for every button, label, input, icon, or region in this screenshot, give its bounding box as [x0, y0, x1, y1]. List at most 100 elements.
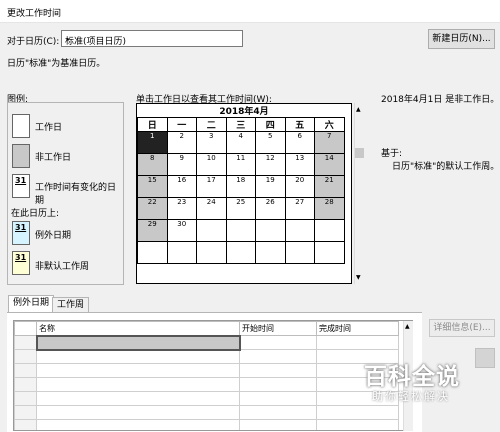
weekday-header: 日 [137, 117, 168, 132]
row-header[interactable] [14, 363, 37, 378]
finish-cell[interactable] [316, 335, 399, 350]
calendar-day[interactable]: 8 [137, 153, 168, 176]
nondefault-num: 31 [15, 253, 27, 262]
calendar-day[interactable]: 25 [225, 197, 256, 220]
calendar-day [284, 241, 315, 264]
nondefault-week-swatch: 31 [12, 251, 30, 275]
column-header-name[interactable]: 名称 [36, 321, 240, 336]
row-header[interactable] [14, 335, 37, 350]
calendar-day[interactable]: 18 [225, 175, 256, 198]
start-cell[interactable] [239, 363, 317, 378]
calendar-day[interactable]: 21 [314, 175, 345, 198]
start-cell[interactable] [239, 419, 317, 430]
calendar-day[interactable]: 29 [137, 219, 168, 242]
row-header[interactable] [14, 391, 37, 406]
calendar-day-selected[interactable]: 1 [137, 131, 168, 154]
calendar-day[interactable]: 13 [284, 153, 315, 176]
calendar-day[interactable]: 5 [255, 131, 286, 154]
legend-working-day: 工作日 [35, 123, 63, 133]
column-header-start[interactable]: 开始时间 [239, 321, 317, 336]
row-header[interactable] [14, 419, 37, 430]
new-calendar-button[interactable]: 新建日历(N)... [428, 29, 495, 49]
watermark-logo: 百科全说 助你轻松解决 [350, 355, 475, 410]
calendar-day[interactable]: 7 [314, 131, 345, 154]
start-cell[interactable] [239, 377, 317, 392]
scrollbar-thumb[interactable] [355, 148, 364, 158]
start-cell[interactable] [239, 335, 317, 350]
row-header[interactable] [14, 405, 37, 420]
calendar-day [255, 219, 286, 242]
scroll-down-icon[interactable]: ▼ [356, 274, 361, 281]
calendar-day [225, 219, 256, 242]
calendar-scrollbar[interactable]: ▲ ▼ [354, 103, 365, 284]
tab-exceptions[interactable]: 例外日期 [8, 295, 55, 312]
calendar-day[interactable]: 3 [196, 131, 227, 154]
calendar-day[interactable]: 11 [225, 153, 256, 176]
name-cell[interactable] [36, 391, 240, 406]
calendar-day[interactable]: 19 [255, 175, 286, 198]
calendar-day[interactable]: 17 [196, 175, 227, 198]
calendar-day[interactable]: 30 [166, 219, 197, 242]
calendar-day[interactable]: 26 [255, 197, 286, 220]
nonworking-day-swatch [12, 144, 30, 168]
legend-panel: 工作日 非工作日 31 工作时间有变化的日期 在此日历上: 31 例外日期 31… [7, 102, 124, 285]
calendar-grid: 日 一 二 三 四 五 六 1 2 3 4 5 6 7 8 9 10 11 12… [137, 117, 345, 264]
scroll-up-icon[interactable]: ▲ [405, 323, 410, 330]
name-cell[interactable] [36, 363, 240, 378]
tab-work-weeks[interactable]: 工作周 [52, 297, 90, 312]
calendar-day [137, 241, 168, 264]
scroll-up-icon[interactable]: ▲ [356, 106, 361, 113]
row-header[interactable] [14, 349, 37, 364]
calendar-day[interactable]: 23 [166, 197, 197, 220]
name-cell[interactable] [36, 377, 240, 392]
legend-nondefault-week: 非默认工作周 [35, 262, 90, 272]
for-calendar-label: 对于日历(C): [7, 37, 60, 47]
calendar-day [166, 241, 197, 264]
calendar-day[interactable]: 27 [284, 197, 315, 220]
calendar-select[interactable]: 标准(项目日历) ⌄ [61, 30, 243, 47]
calendar-day [314, 219, 345, 242]
calendar-day [314, 241, 345, 264]
calendar-day [284, 219, 315, 242]
start-cell[interactable] [239, 349, 317, 364]
column-header-finish[interactable]: 完成时间 [316, 321, 399, 336]
weekday-header: 六 [314, 117, 345, 132]
calendar-day[interactable]: 15 [137, 175, 168, 198]
window-title: 更改工作时间 [7, 9, 62, 19]
weekday-header: 三 [225, 117, 256, 132]
calendar-day[interactable]: 24 [196, 197, 227, 220]
based-on-label: 基于: [381, 149, 403, 159]
name-cell[interactable] [36, 405, 240, 420]
start-cell[interactable] [239, 405, 317, 420]
calendar-day[interactable]: 4 [225, 131, 256, 154]
base-calendar-text: 日历"标准"为基准日历。 [7, 59, 106, 69]
finish-cell[interactable] [316, 419, 399, 430]
start-cell[interactable] [239, 391, 317, 406]
calendar-day[interactable]: 14 [314, 153, 345, 176]
calendar-day[interactable]: 28 [314, 197, 345, 220]
calendar-day[interactable]: 6 [284, 131, 315, 154]
calendar-day[interactable]: 12 [255, 153, 286, 176]
weekday-header: 一 [166, 117, 197, 132]
changed-hours-num: 31 [15, 176, 27, 185]
calendar-day[interactable]: 10 [196, 153, 227, 176]
calendar-day [196, 219, 227, 242]
month-calendar[interactable]: 2018年4月 日 一 二 三 四 五 六 1 2 3 4 5 6 7 8 9 … [136, 103, 352, 284]
details-button[interactable]: 详细信息(E)... [429, 319, 495, 337]
calendar-day[interactable]: 2 [166, 131, 197, 154]
name-cell-active[interactable] [35, 334, 241, 351]
calendar-day [255, 241, 286, 264]
name-cell[interactable] [36, 349, 240, 364]
side-button[interactable] [475, 348, 495, 368]
calendar-day[interactable]: 22 [137, 197, 168, 220]
working-day-swatch [12, 114, 30, 138]
based-on-text: 日历"标准"的默认工作周。 [392, 162, 500, 172]
row-header[interactable] [14, 377, 37, 392]
calendar-day[interactable]: 20 [284, 175, 315, 198]
calendar-day[interactable]: 9 [166, 153, 197, 176]
name-cell[interactable] [36, 419, 240, 430]
calendar-day[interactable]: 16 [166, 175, 197, 198]
legend-exception: 例外日期 [35, 231, 72, 241]
weekday-header: 二 [196, 117, 227, 132]
legend-changed-hours: 工作时间有变化的日期 [35, 183, 117, 206]
